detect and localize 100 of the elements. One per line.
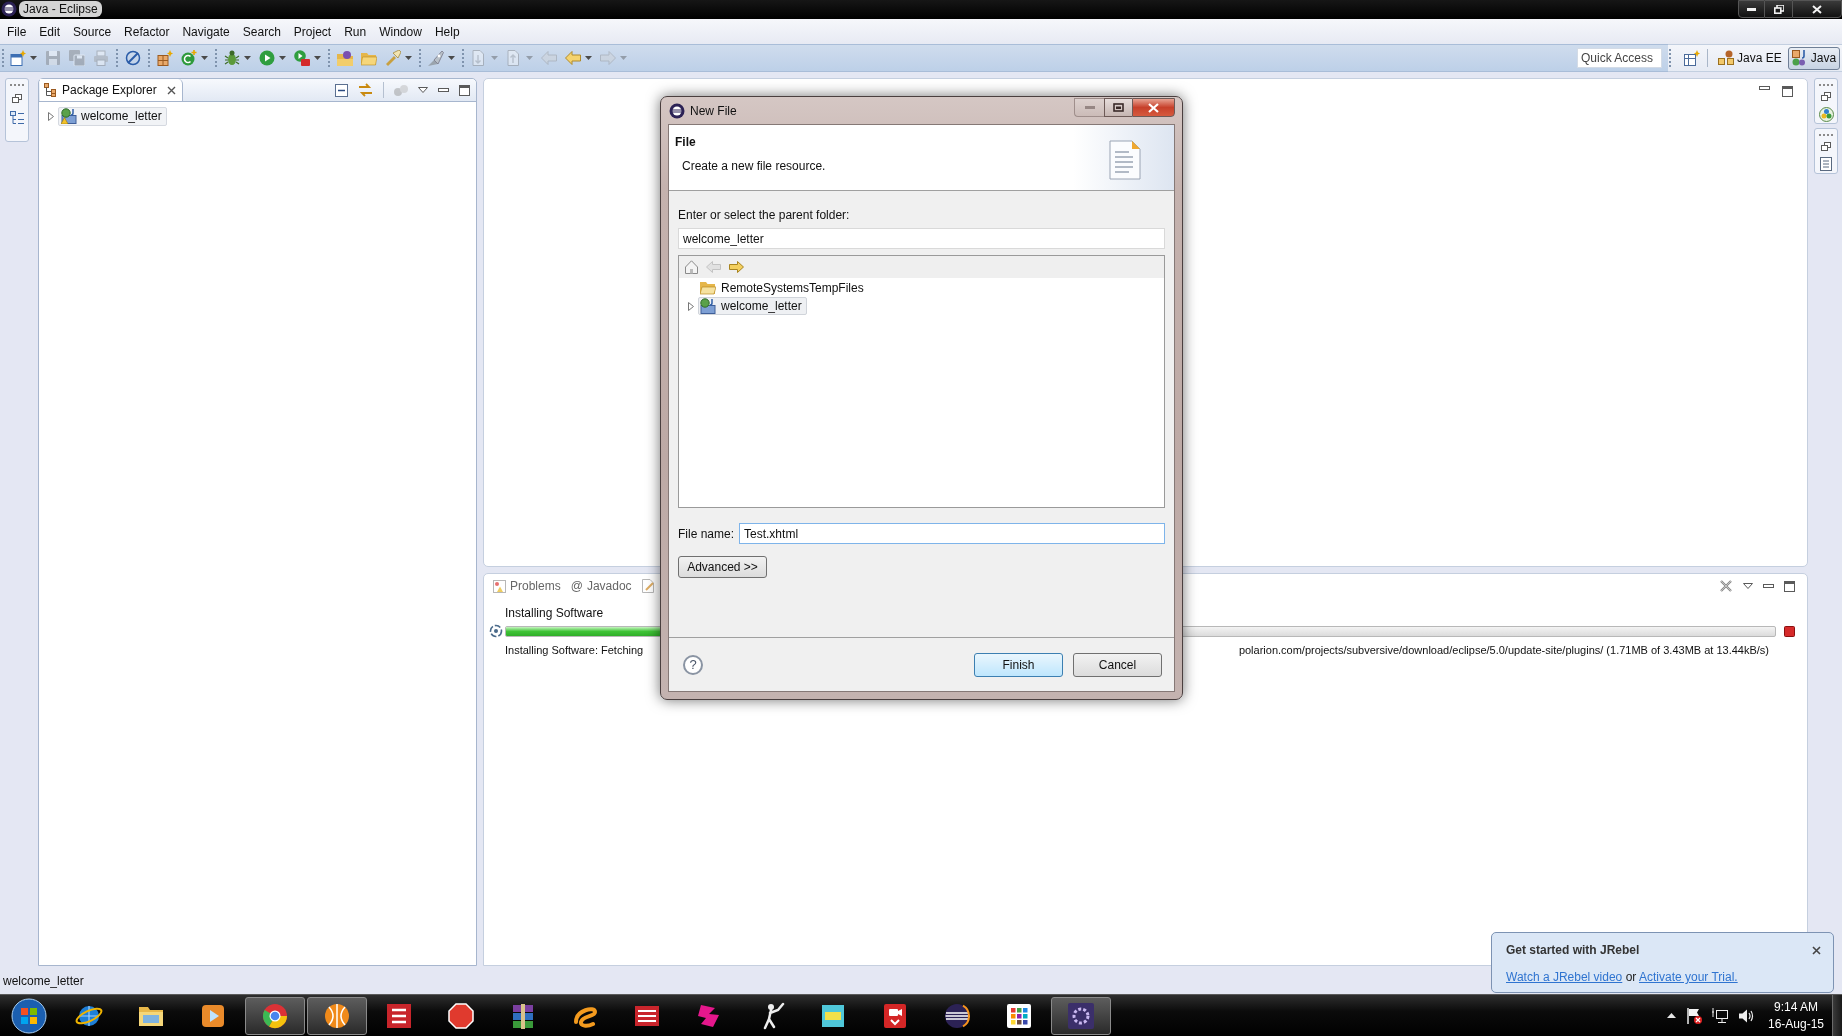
slash-circle-icon[interactable]	[125, 50, 141, 66]
network-icon[interactable]	[1711, 1007, 1728, 1024]
maximize-icon[interactable]	[459, 84, 470, 96]
play-square-icon[interactable]	[294, 50, 310, 66]
dotted-ring-icon	[1067, 1001, 1095, 1030]
caret-icon[interactable]	[405, 56, 412, 60]
minimize-icon[interactable]	[1763, 584, 1774, 588]
folder-dot-icon[interactable]	[337, 50, 353, 66]
restore-icon[interactable]	[1821, 92, 1831, 101]
house-icon[interactable]	[685, 260, 698, 274]
menu-item[interactable]: Edit	[39, 22, 61, 41]
menu-item[interactable]: Refactor	[124, 22, 170, 41]
minimize-icon[interactable]	[1759, 86, 1770, 90]
notification-message: Watch a JRebel video or Activate your Trial.	[1506, 969, 1738, 986]
close-button[interactable]	[1132, 98, 1175, 117]
minus-box-icon[interactable]	[335, 83, 348, 97]
cross-icon[interactable]	[1719, 579, 1733, 593]
tree-item[interactable]: welcome_letter	[698, 297, 807, 315]
dialog-button[interactable]: Cancel	[1073, 652, 1162, 677]
taskbar-button[interactable]	[245, 996, 305, 1035]
close-icon[interactable]	[166, 85, 176, 95]
restore-icon[interactable]	[12, 94, 22, 103]
minimize-button[interactable]	[1738, 0, 1765, 18]
restore-icon[interactable]	[1821, 142, 1831, 151]
window-sparkle-icon[interactable]	[10, 50, 26, 66]
maximize-icon[interactable]	[1782, 86, 1793, 97]
caret-icon[interactable]	[448, 56, 455, 60]
tree-item[interactable]: welcome_letter	[58, 106, 167, 126]
list-icon[interactable]	[10, 111, 24, 125]
clock-date: 16-Aug-15	[1767, 1015, 1824, 1033]
arrow-right-icon[interactable]	[729, 261, 744, 273]
window-title: Java - Eclipse	[19, 1, 102, 17]
view-menu-icon[interactable]	[418, 87, 428, 93]
table-sparkle-icon[interactable]	[1684, 50, 1700, 66]
dialog-button[interactable]: Finish	[974, 652, 1063, 677]
restore-button[interactable]	[1765, 0, 1792, 18]
package-explorer-tab[interactable]: Package Explorer	[40, 79, 183, 101]
striped-tile-icon	[385, 1001, 413, 1030]
quick-access-field[interactable]: Quick Access	[1577, 48, 1662, 68]
grid-sparkle-icon[interactable]	[157, 50, 173, 66]
menu-item[interactable]: Window	[379, 22, 422, 41]
taskbar-button[interactable]	[1051, 996, 1111, 1035]
close-button[interactable]	[1792, 0, 1842, 18]
document-icon[interactable]	[1820, 157, 1832, 171]
menu-item[interactable]: Run	[344, 22, 367, 41]
document-icon	[1109, 140, 1141, 180]
speaker-icon[interactable]	[1737, 1007, 1754, 1024]
view-menu-icon[interactable]	[1743, 583, 1753, 589]
view-tab[interactable]: @ Javadoc	[565, 575, 637, 597]
cubes-icon	[1718, 50, 1734, 66]
perspective-button[interactable]: Java	[1787, 46, 1841, 70]
advanced-button[interactable]: Advanced >>	[678, 556, 767, 578]
maximize-icon[interactable]	[1784, 580, 1795, 592]
swap-arrows-icon[interactable]	[358, 83, 373, 97]
minimize-icon	[1084, 106, 1095, 109]
dialog-title: New File	[690, 103, 737, 119]
caret-icon[interactable]	[314, 56, 321, 60]
progress-detail: polarion.com/projects/subversive/download/eclipse/5.0/update-site/plugins/ (1.71MB of 3.43MB at 13.44kB/s)	[1238, 643, 1769, 658]
notification-link[interactable]: Watch a JRebel video	[1506, 970, 1623, 984]
view-tab[interactable]: Problems	[488, 575, 566, 597]
caret-icon[interactable]	[201, 56, 208, 60]
file-name-label: File name:	[678, 525, 735, 543]
show-desktop-button[interactable]	[1832, 995, 1842, 1036]
menu-item[interactable]: Help	[434, 22, 460, 41]
wheel-icon	[261, 1001, 289, 1030]
close-icon	[1812, 4, 1822, 14]
menu-item[interactable]: Project	[293, 22, 332, 41]
menu-item[interactable]: Navigate	[182, 22, 230, 41]
file-name-field[interactable]: Test.xhtml	[739, 523, 1165, 544]
expand-arrow-icon[interactable]	[48, 111, 54, 121]
minimize-icon[interactable]	[438, 88, 449, 92]
close-icon[interactable]	[1812, 945, 1821, 955]
menu-item[interactable]: Source	[73, 22, 112, 41]
circle-plus-icon[interactable]	[181, 50, 197, 66]
start-orb-icon[interactable]	[11, 997, 47, 1034]
taskbar-button[interactable]	[307, 996, 367, 1035]
dashed-ring-icon	[489, 624, 503, 638]
play-icon[interactable]	[259, 50, 275, 66]
folder-icon	[700, 281, 716, 295]
close-icon	[1148, 102, 1159, 113]
notification-link[interactable]: Activate your Trial.	[1638, 970, 1738, 984]
bug-icon[interactable]	[224, 50, 240, 66]
caret-icon[interactable]	[244, 56, 251, 60]
flag-icon[interactable]	[1685, 1007, 1702, 1024]
circles-icon[interactable]	[1818, 107, 1834, 122]
caret-icon[interactable]	[30, 56, 37, 60]
caret-icon[interactable]	[279, 56, 286, 60]
maximize-button[interactable]	[1104, 98, 1132, 117]
expand-arrow-icon[interactable]	[688, 301, 694, 311]
triangle-up-icon[interactable]	[1666, 1013, 1676, 1018]
caret-icon[interactable]	[585, 56, 592, 60]
perspective-button[interactable]: Java EE	[1714, 46, 1786, 70]
stop-icon[interactable]	[1784, 625, 1795, 637]
parent-folder-field[interactable]: welcome_letter	[678, 228, 1165, 249]
help-button[interactable]: ?	[683, 654, 703, 675]
menu-item[interactable]: Search	[242, 22, 281, 41]
notification-title: Get started with JRebel	[1506, 942, 1640, 959]
progress-title: Installing Software	[504, 606, 604, 621]
menu-item[interactable]: File	[7, 22, 27, 41]
tree-item[interactable]: RemoteSystemsTempFiles	[698, 279, 869, 297]
